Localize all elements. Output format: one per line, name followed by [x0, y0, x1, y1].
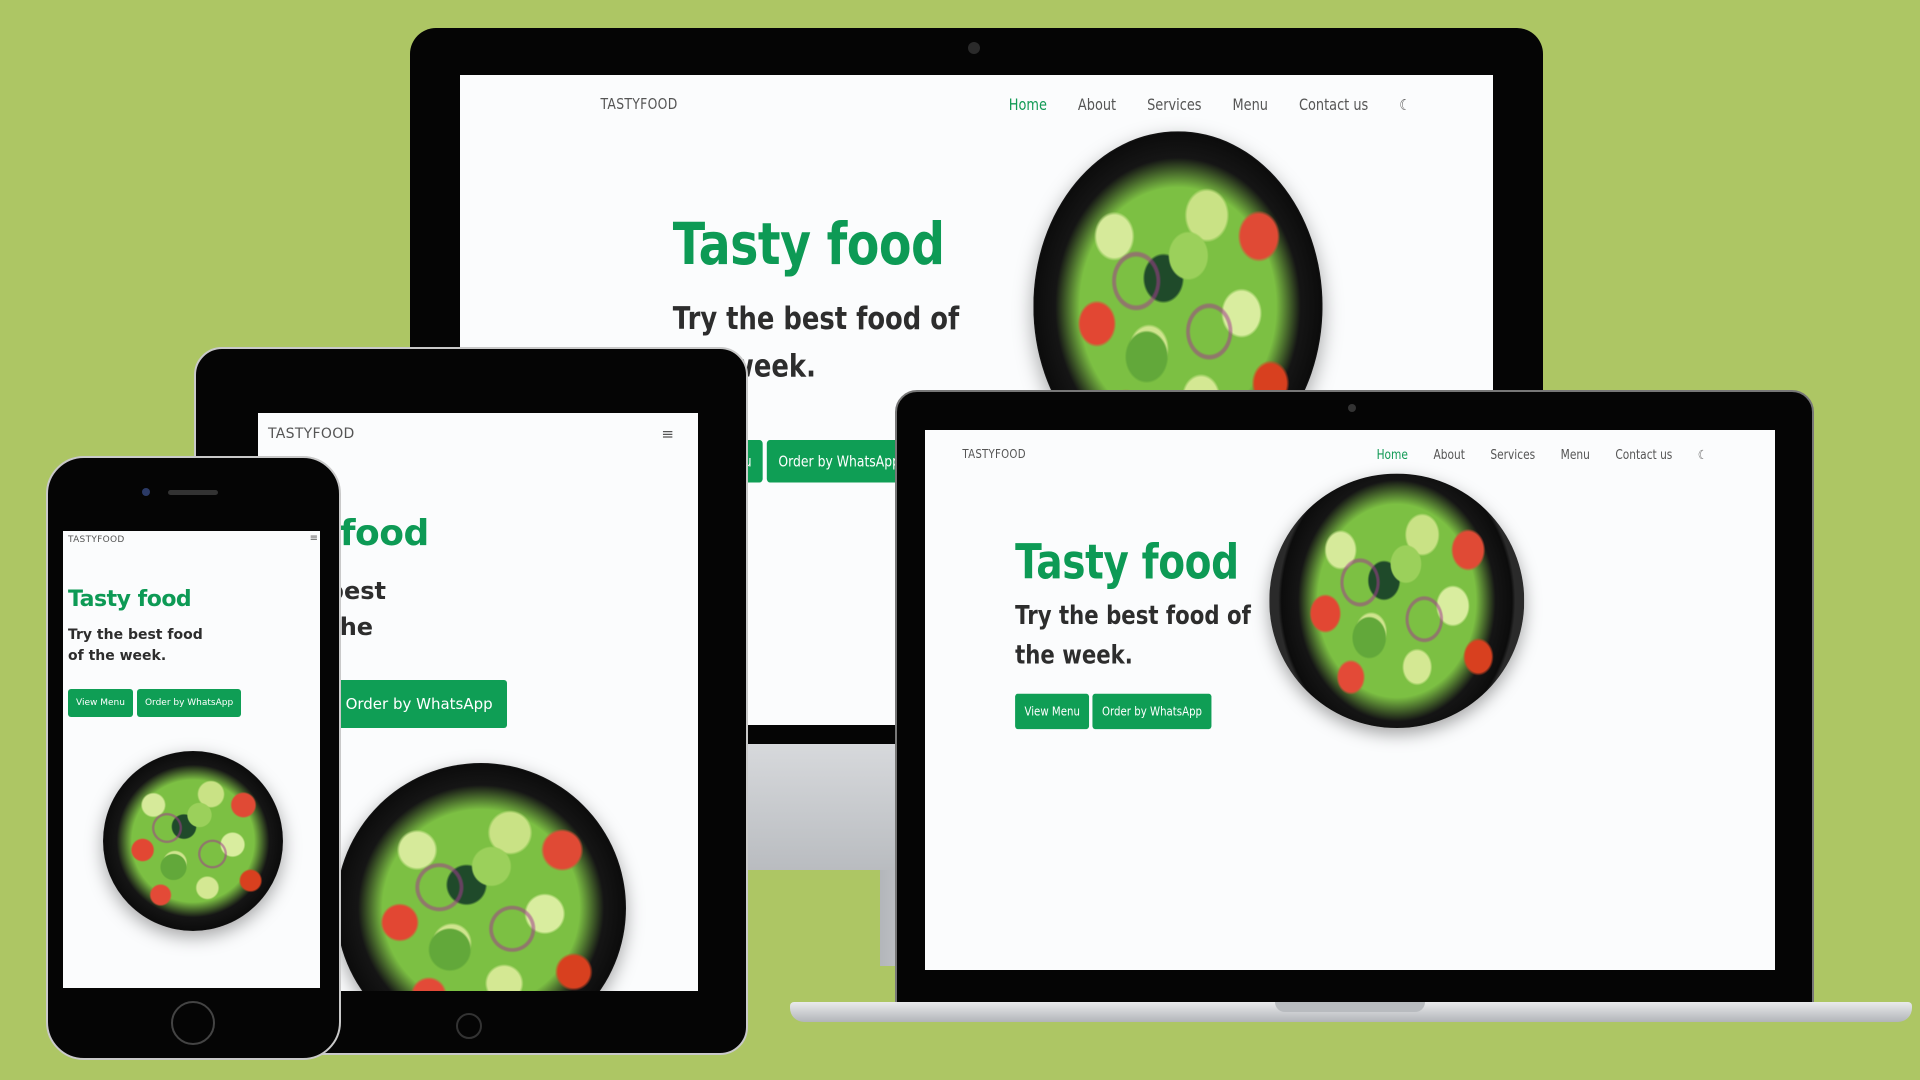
phone-screen: TASTYFOOD ≡ Tasty food Try the best food…	[63, 531, 320, 988]
moon-icon[interactable]: ☾	[1399, 96, 1410, 114]
laptop-screen: TASTYFOOD Home About Services Menu Conta…	[925, 430, 1775, 970]
view-menu-button[interactable]: View Menu	[68, 689, 133, 717]
nav-about[interactable]: About	[1078, 95, 1116, 114]
nav-menu[interactable]: Menu	[1561, 447, 1590, 463]
hero-title: Tasty food	[68, 587, 192, 612]
phone: TASTYFOOD ≡ Tasty food Try the best food…	[46, 456, 341, 1060]
salad-bowl-image	[1269, 473, 1525, 729]
laptop-camera	[1348, 404, 1356, 412]
nav-menu: Home About Services Menu Contact us ☾	[1009, 95, 1411, 114]
nav-menu: Home About Services Menu Contact us ☾	[1377, 447, 1707, 463]
moon-icon[interactable]: ☾	[1698, 447, 1707, 462]
monitor-camera	[968, 42, 980, 54]
phone-camera	[142, 488, 150, 496]
nav-home[interactable]: Home	[1377, 447, 1408, 463]
salad-bowl-image	[336, 763, 626, 991]
phone-home-button	[171, 1001, 215, 1045]
hero-subtitle: Try the best food of the week.	[1015, 600, 1251, 670]
navbar: TASTYFOOD Home About Services Menu Conta…	[925, 430, 1775, 478]
hero-subtitle: Try the best food of the week.	[68, 627, 203, 664]
whatsapp-button[interactable]: Order by WhatsApp	[136, 689, 242, 717]
nav-services[interactable]: Services	[1490, 447, 1535, 463]
navbar: TASTYFOOD ≡	[258, 413, 698, 459]
laptop-notch	[1275, 1002, 1425, 1012]
nav-contact[interactable]: Contact us	[1615, 447, 1672, 463]
nav-contact[interactable]: Contact us	[1299, 95, 1368, 114]
view-menu-button[interactable]: View Menu	[1015, 693, 1090, 730]
hero-title: Tasty food	[672, 210, 945, 278]
hamburger-icon[interactable]: ≡	[661, 425, 674, 443]
salad-bowl-image	[103, 751, 283, 931]
phone-speaker	[168, 490, 218, 495]
hamburger-icon[interactable]: ≡	[310, 533, 318, 544]
nav-services[interactable]: Services	[1147, 95, 1201, 114]
whatsapp-button[interactable]: Order by WhatsApp	[331, 680, 507, 728]
navbar: TASTYFOOD Home About Services Menu Conta…	[460, 75, 1493, 133]
site-logo[interactable]: TASTYFOOD	[68, 535, 125, 545]
site-logo[interactable]: TASTYFOOD	[268, 426, 355, 442]
laptop-site: TASTYFOOD Home About Services Menu Conta…	[925, 430, 1775, 970]
hero-title: Tasty food	[1015, 533, 1239, 590]
navbar: TASTYFOOD ≡	[63, 531, 320, 551]
site-logo[interactable]: TASTYFOOD	[600, 95, 677, 113]
nav-about[interactable]: About	[1433, 447, 1464, 463]
site-logo[interactable]: TASTYFOOD	[962, 447, 1025, 462]
whatsapp-button[interactable]: Order by WhatsApp	[1092, 693, 1212, 730]
laptop: TASTYFOOD Home About Services Menu Conta…	[790, 390, 1912, 1030]
tablet-home-button	[456, 1013, 482, 1039]
hero-buttons: View Menu Order by WhatsApp	[1015, 693, 1212, 730]
phone-site: TASTYFOOD ≡ Tasty food Try the best food…	[63, 531, 320, 988]
hero-buttons: View Menu Order by WhatsApp	[68, 689, 242, 717]
nav-home[interactable]: Home	[1009, 95, 1047, 114]
nav-menu[interactable]: Menu	[1233, 95, 1268, 114]
